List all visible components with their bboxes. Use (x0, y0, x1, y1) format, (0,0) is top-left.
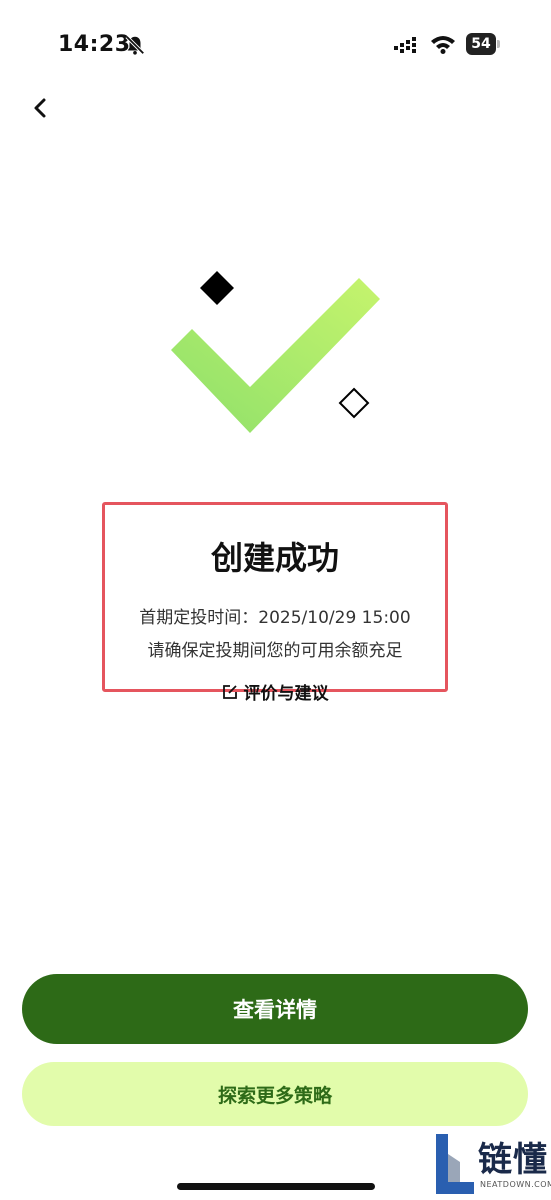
outline-diamond-icon (338, 387, 370, 419)
first-invest-time: 首期定投时间：2025/10/29 15:00 (139, 608, 411, 628)
filled-diamond-icon (200, 271, 234, 305)
explore-more-strategies-button[interactable]: 探索更多策略 (22, 1062, 528, 1126)
chevron-left-icon (34, 98, 46, 118)
home-indicator[interactable] (177, 1183, 375, 1190)
balance-note: 请确保定投期间您的可用余额充足 (147, 641, 403, 661)
watermark-brand: 链懂 (478, 1140, 548, 1180)
cellular-signal-icon (394, 37, 416, 53)
bell-muted-icon (125, 35, 145, 55)
status-bar: 14:23 54 (0, 0, 551, 90)
feedback-label: 评价与建议 (243, 684, 329, 704)
edit-icon (222, 684, 237, 699)
status-time: 14:23 (58, 32, 131, 57)
result-info-box: 创建成功 首期定投时间：2025/10/29 15:00 请确保定投期间您的可用… (102, 502, 448, 704)
success-checkmark-illustration (171, 271, 380, 433)
battery-tip (497, 40, 500, 48)
wifi-icon (431, 36, 455, 54)
battery-icon: 54 (466, 33, 500, 55)
view-details-button[interactable]: 查看详情 (22, 974, 528, 1044)
watermark: 链懂 NEATDOWN.COM (436, 1130, 551, 1196)
checkmark-shape (171, 278, 380, 433)
watermark-domain: NEATDOWN.COM (480, 1180, 551, 1189)
battery-level: 54 (466, 33, 496, 55)
watermark-logo (436, 1134, 474, 1194)
back-button[interactable] (24, 90, 60, 126)
feedback-link[interactable]: 评价与建议 (222, 679, 329, 704)
result-title: 创建成功 (210, 539, 339, 577)
